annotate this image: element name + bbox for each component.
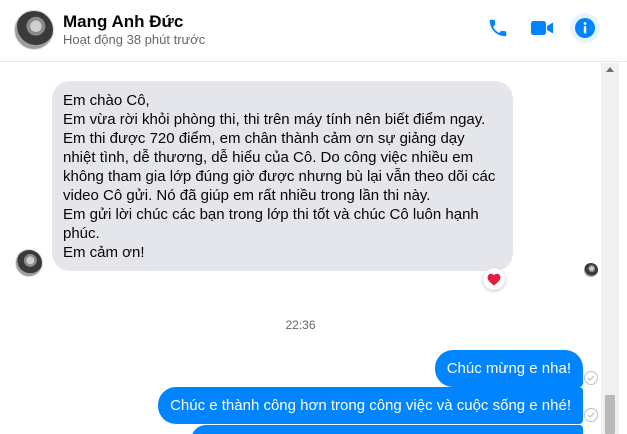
message-timestamp: 22:36 [285, 318, 316, 332]
contact-avatar[interactable] [14, 10, 54, 50]
scroll-up-arrow-icon[interactable] [606, 67, 614, 72]
info-icon [575, 18, 595, 38]
outgoing-message-bubble[interactable]: Chúc mừng e nha! [434, 350, 583, 387]
scrollbar[interactable] [601, 63, 619, 434]
message-line: Em thi được 720 điểm, em chân thành cảm … [63, 130, 496, 204]
phone-icon [489, 19, 507, 37]
video-camera-icon [531, 21, 553, 35]
outgoing-message-bubble[interactable] [191, 425, 583, 434]
sent-check-icon [584, 408, 598, 422]
reaction-badge[interactable] [483, 268, 505, 290]
heart-icon [487, 273, 501, 286]
message-line: Em cảm ơn! [63, 244, 145, 261]
message-line: Em chào Cô, [63, 92, 150, 109]
contact-status: Hoạt động 38 phút trước [63, 32, 206, 47]
outgoing-message-bubble[interactable]: Chúc e thành công hơn trong công việc và… [158, 387, 583, 424]
message-line: Em gửi lời chúc các bạn trong lớp thi tố… [63, 206, 479, 242]
scrollbar-thumb[interactable] [605, 395, 615, 434]
contact-name[interactable]: Mang Anh Đức [63, 12, 183, 32]
info-button[interactable] [570, 13, 600, 43]
message-line: Em vừa rời khỏi phòng thi, thi trên máy … [63, 111, 486, 128]
incoming-message-bubble[interactable]: Em chào Cô, Em vừa rời khỏi phòng thi, t… [52, 81, 513, 271]
seen-avatar [584, 263, 598, 277]
sent-check-icon [584, 371, 598, 385]
sender-avatar[interactable] [15, 249, 43, 277]
call-button[interactable] [484, 14, 512, 42]
chat-header: Mang Anh Đức Hoạt động 38 phút trước [0, 0, 627, 62]
video-call-button[interactable] [528, 14, 556, 42]
